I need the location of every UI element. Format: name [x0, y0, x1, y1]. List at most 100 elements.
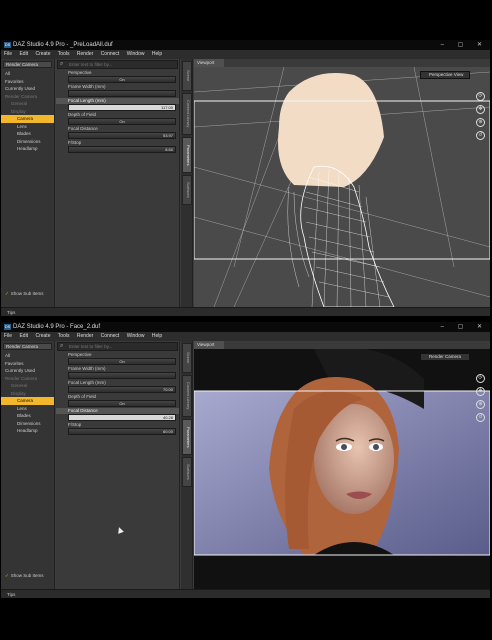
- rendered-portrait-image: [194, 349, 490, 589]
- tree-item-camera[interactable]: Camera: [1, 115, 54, 123]
- show-sub-items-checkbox[interactable]: Show Sub Items: [5, 291, 44, 297]
- param-search-input[interactable]: ⌕ Enter text to filter by...: [57, 60, 178, 69]
- tree-item-favorites[interactable]: Favorites: [1, 360, 54, 368]
- orbit-icon[interactable]: ⟳: [476, 92, 485, 101]
- frame-width-slider[interactable]: [68, 90, 176, 97]
- tab-content-library[interactable]: Content Library: [182, 93, 192, 135]
- tree-item-render-camera[interactable]: Render Camera: [1, 93, 54, 101]
- focal-length-value: 70.00: [162, 387, 173, 392]
- tree-item-headlamp[interactable]: Headlamp: [1, 427, 54, 435]
- tree-item-all[interactable]: All: [1, 352, 54, 360]
- tab-content-library[interactable]: Content Library: [182, 375, 192, 417]
- tree-item-lens[interactable]: Lens: [1, 405, 54, 413]
- zoom-icon[interactable]: ⊕: [476, 118, 485, 127]
- tree-item-currently-used[interactable]: Currently Used: [1, 367, 54, 375]
- window-controls[interactable]: – ▢ ✕: [441, 322, 488, 332]
- menu-edit[interactable]: Edit: [19, 51, 28, 57]
- daz-window-top: DS DAZ Studio 4.9 Pro - _PreLoadAll.duf …: [1, 40, 490, 316]
- tree-item-dimensions[interactable]: Dimensions: [1, 138, 54, 146]
- status-bar[interactable]: Tips: [1, 307, 490, 316]
- parameters-pane: ⌕ Enter text to filter by... Perspective…: [56, 59, 180, 307]
- tree-item-all[interactable]: All: [1, 70, 54, 78]
- fstop-value: 8.60: [165, 147, 173, 152]
- tree-item-display[interactable]: Display: [1, 108, 54, 116]
- param-search-input[interactable]: ⌕ Enter text to filter by...: [57, 342, 178, 351]
- node-dropdown[interactable]: Render Camera: [3, 343, 52, 350]
- window-controls[interactable]: – ▢ ✕: [441, 40, 488, 50]
- viewport-panel: Viewport Perspective View ⟳ ✥ ⊕ ↺: [194, 59, 490, 307]
- perspective-value: On: [119, 77, 125, 82]
- menu-tools[interactable]: Tools: [58, 51, 70, 57]
- menu-window[interactable]: Window: [127, 51, 145, 57]
- pan-icon[interactable]: ✥: [476, 105, 485, 114]
- menu-help[interactable]: Help: [152, 333, 162, 339]
- fstop-slider[interactable]: 60.00: [68, 428, 176, 435]
- tree-item-general[interactable]: General: [1, 382, 54, 390]
- menu-edit[interactable]: Edit: [19, 333, 28, 339]
- menu-tools[interactable]: Tools: [58, 333, 70, 339]
- focal-distance-slider[interactable]: 40.28: [68, 414, 176, 421]
- show-sub-items-checkbox[interactable]: Show Sub Items: [5, 573, 44, 579]
- tree-item-camera[interactable]: Camera: [1, 397, 54, 405]
- perspective-value: On: [119, 359, 125, 364]
- tree-item-dimensions[interactable]: Dimensions: [1, 420, 54, 428]
- search-icon: ⌕: [60, 343, 64, 349]
- tab-surfaces[interactable]: Surfaces: [182, 457, 192, 487]
- tree-item-blades[interactable]: Blades: [1, 130, 54, 138]
- title-bar[interactable]: DS DAZ Studio 4.9 Pro - Face_2.duf – ▢ ✕: [1, 322, 490, 332]
- dof-toggle[interactable]: On: [68, 118, 176, 125]
- orbit-icon[interactable]: ⟳: [476, 374, 485, 383]
- tree-item-display[interactable]: Display: [1, 390, 54, 398]
- tab-scene[interactable]: Scene: [182, 61, 192, 91]
- tree-item-blades[interactable]: Blades: [1, 412, 54, 420]
- tab-parameters[interactable]: Parameters: [182, 137, 192, 173]
- reset-view-icon[interactable]: ↺: [476, 413, 485, 422]
- reset-view-icon[interactable]: ↺: [476, 131, 485, 140]
- focal-distance-slider[interactable]: 53.97: [68, 132, 176, 139]
- tree-item-lens[interactable]: Lens: [1, 123, 54, 131]
- menu-render[interactable]: Render: [77, 51, 93, 57]
- menu-render[interactable]: Render: [77, 333, 93, 339]
- menu-connect[interactable]: Connect: [101, 51, 120, 57]
- pan-icon[interactable]: ✥: [476, 387, 485, 396]
- zoom-icon[interactable]: ⊕: [476, 400, 485, 409]
- frame-width-slider[interactable]: [68, 372, 176, 379]
- tab-parameters[interactable]: Parameters: [182, 419, 192, 455]
- window-title: DAZ Studio 4.9 Pro - _PreLoadAll.duf: [13, 42, 113, 48]
- view-controls: ⟳ ✥ ⊕ ↺: [476, 374, 488, 426]
- focal-length-value: 117.00: [161, 105, 173, 110]
- tab-scene[interactable]: Scene: [182, 343, 192, 373]
- menu-window[interactable]: Window: [127, 333, 145, 339]
- menu-connect[interactable]: Connect: [101, 333, 120, 339]
- dof-toggle[interactable]: On: [68, 400, 176, 407]
- camera-selector[interactable]: Render Camera: [420, 353, 470, 361]
- menu-file[interactable]: File: [4, 333, 12, 339]
- property-tree: Render Camera All Favorites Currently Us…: [1, 341, 55, 589]
- focal-length-slider[interactable]: 70.00: [68, 386, 176, 393]
- status-bar[interactable]: Tips: [1, 589, 490, 598]
- fstop-slider[interactable]: 8.60: [68, 146, 176, 153]
- tree-item-headlamp[interactable]: Headlamp: [1, 145, 54, 153]
- viewport-canvas[interactable]: Render Camera ⟳ ✥ ⊕ ↺: [194, 349, 490, 589]
- viewport-tab[interactable]: Viewport: [194, 59, 224, 67]
- camera-selector[interactable]: Perspective View: [420, 71, 470, 79]
- search-placeholder: Enter text to filter by...: [69, 62, 113, 67]
- tree-item-currently-used[interactable]: Currently Used: [1, 85, 54, 93]
- perspective-toggle[interactable]: On: [68, 76, 176, 83]
- tab-surfaces[interactable]: Surfaces: [182, 175, 192, 205]
- menu-help[interactable]: Help: [152, 51, 162, 57]
- menu-file[interactable]: File: [4, 51, 12, 57]
- tree-item-render-camera[interactable]: Render Camera: [1, 375, 54, 383]
- viewport-tab[interactable]: Viewport: [194, 341, 224, 349]
- focal-length-slider[interactable]: 117.00: [68, 104, 176, 111]
- viewport-canvas[interactable]: Perspective View ⟳ ✥ ⊕ ↺: [194, 67, 490, 307]
- tree-item-general[interactable]: General: [1, 100, 54, 108]
- perspective-toggle[interactable]: On: [68, 358, 176, 365]
- title-bar[interactable]: DS DAZ Studio 4.9 Pro - _PreLoadAll.duf …: [1, 40, 490, 50]
- dof-value: On: [119, 119, 125, 124]
- menu-create[interactable]: Create: [35, 333, 50, 339]
- menu-create[interactable]: Create: [35, 51, 50, 57]
- parameters-pane: ⌕ Enter text to filter by... Perspective…: [56, 341, 180, 589]
- node-dropdown[interactable]: Render Camera: [3, 61, 52, 68]
- tree-item-favorites[interactable]: Favorites: [1, 78, 54, 86]
